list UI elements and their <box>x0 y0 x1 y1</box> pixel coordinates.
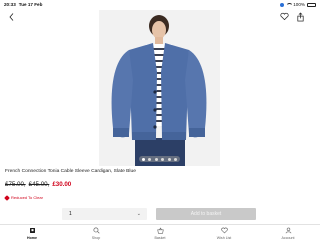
tab-account[interactable]: Account <box>256 225 320 240</box>
tab-wish-list-label: Wish List <box>216 235 232 240</box>
wishlist-button[interactable] <box>280 12 290 22</box>
chevron-down-icon: ⌄ <box>136 211 141 217</box>
bottom-tab-bar: Home Shop Basket Wish List Account <box>0 224 320 240</box>
tab-account-label: Account <box>281 235 295 240</box>
back-button[interactable] <box>6 11 16 23</box>
product-image-carousel[interactable] <box>99 10 220 166</box>
promo-label: Reduced To Clear <box>11 195 43 200</box>
purchase-row: 1 ⌄ Add to basket <box>0 208 320 220</box>
carousel-dot[interactable] <box>174 157 178 161</box>
tab-basket[interactable]: Basket <box>128 225 192 240</box>
promo-badge: Reduced To Clear <box>4 194 43 201</box>
share-button[interactable] <box>296 12 306 22</box>
tab-home-label: Home <box>27 235 37 240</box>
account-icon <box>284 227 292 235</box>
heart-icon <box>280 12 289 21</box>
tab-wish-list[interactable]: Wish List <box>192 225 256 240</box>
search-icon <box>92 227 100 235</box>
battery-percent: 100% <box>293 2 305 7</box>
status-bar: 20:33 Tue 17 Feb 100% <box>0 0 320 9</box>
tag-icon <box>4 194 10 201</box>
tab-shop[interactable]: Shop <box>64 225 128 240</box>
basket-icon <box>156 227 164 235</box>
heart-icon <box>220 227 228 235</box>
previous-price: £45.00, <box>28 181 50 188</box>
share-icon <box>297 12 304 22</box>
add-to-basket-button[interactable]: Add to basket <box>156 208 256 220</box>
carousel-indicator[interactable] <box>99 156 220 162</box>
product-title: French Connection Tonia Cable Sleeve Car… <box>5 169 136 174</box>
tab-shop-label: Shop <box>91 235 101 240</box>
battery-icon <box>307 2 316 7</box>
current-price: £30.00 <box>52 181 72 188</box>
price-line: £75.00, £45.00, £30.00 <box>5 181 71 188</box>
wifi-icon <box>286 2 294 7</box>
location-icon <box>280 2 285 7</box>
carousel-dot[interactable] <box>141 157 145 161</box>
chevron-left-icon <box>8 13 13 21</box>
carousel-dot[interactable] <box>148 157 152 161</box>
tab-home[interactable]: Home <box>0 225 64 240</box>
carousel-dot[interactable] <box>154 157 158 161</box>
carousel-dots <box>138 156 181 162</box>
carousel-dot[interactable] <box>161 157 165 161</box>
carousel-dot[interactable] <box>167 157 171 161</box>
product-photo <box>99 10 220 166</box>
quantity-value: 1 <box>69 211 72 217</box>
status-time: 20:33 <box>4 2 16 7</box>
original-price: £75.00, <box>5 181 26 188</box>
home-icon <box>28 227 36 235</box>
status-date: Tue 17 Feb <box>18 2 43 7</box>
tab-basket-label: Basket <box>154 235 166 240</box>
quantity-select[interactable]: 1 ⌄ <box>62 208 147 220</box>
